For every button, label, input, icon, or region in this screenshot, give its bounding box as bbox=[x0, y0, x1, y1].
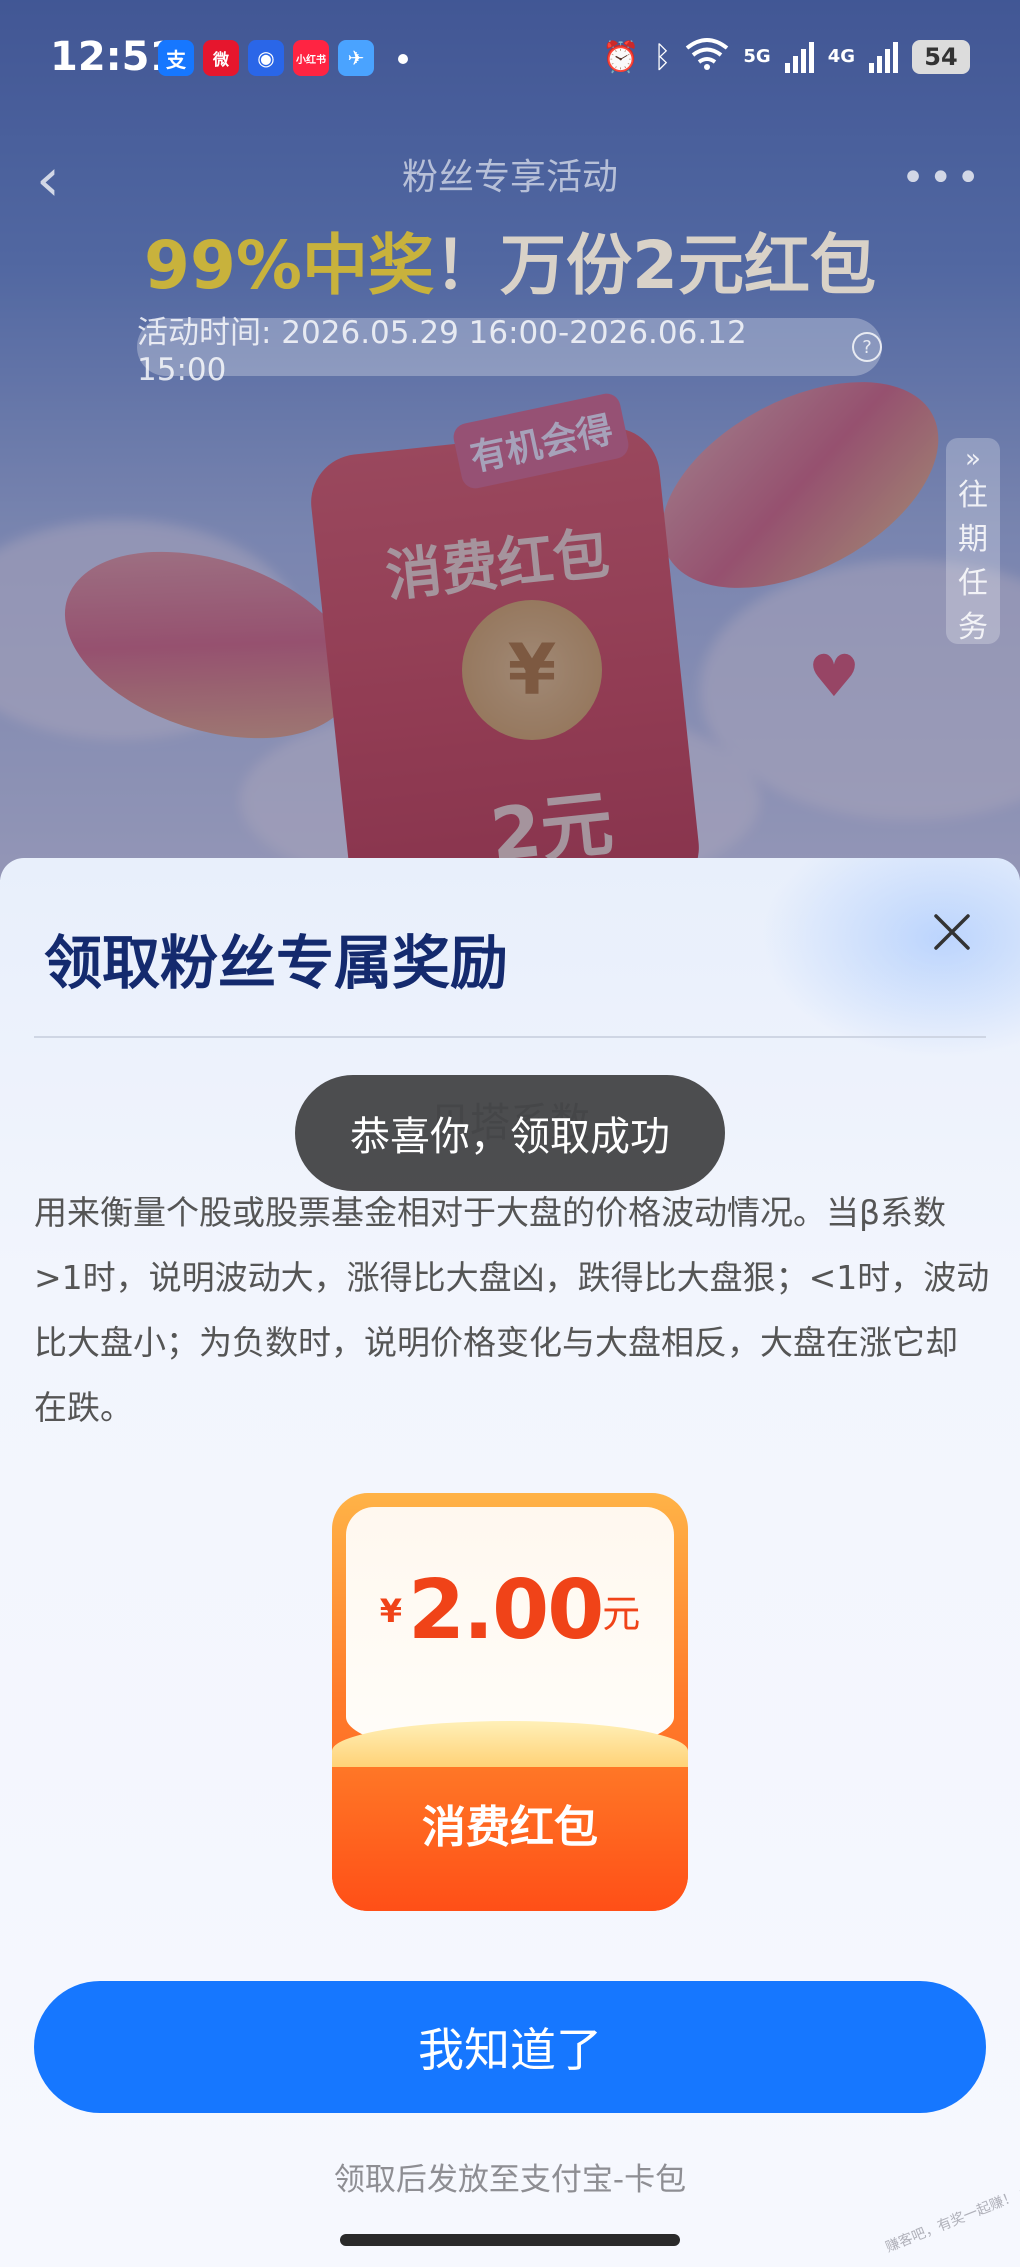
network-4g-label: 4G bbox=[827, 46, 855, 67]
network-5g-label: 5G bbox=[743, 46, 771, 67]
sheet-title: 领取粉丝专属奖励 bbox=[44, 929, 509, 997]
home-indicator[interactable] bbox=[340, 2234, 680, 2246]
coupon-unit: 元 bbox=[602, 1592, 641, 1636]
coupon-currency: ¥ bbox=[379, 1591, 402, 1630]
more-notifications-dot bbox=[398, 54, 408, 64]
coupon-card: ¥2.00元 消费红包 bbox=[332, 1493, 688, 1911]
reward-bottom-sheet: 领取粉丝专属奖励 贝塔系数 用来衡量个股或股票基金相对于大盘的价格波动情况。当β… bbox=[0, 858, 1020, 2267]
activity-time-text: 活动时间: 2026.05.29 16:00-2026.06.12 15:00 bbox=[137, 314, 747, 388]
info-icon[interactable]: ? bbox=[852, 332, 882, 362]
sheet-divider bbox=[34, 1036, 986, 1038]
blue-circle-app-icon: ◉ bbox=[248, 40, 284, 76]
coupon-amount: ¥2.00元 bbox=[332, 1563, 688, 1658]
screen: 有机会得 消费红包 ¥ 2元 ♥ 12:51 支 微 ◉ 小红书 ✈ ⏰ ᛒ 5… bbox=[0, 0, 1020, 2267]
more-options-icon[interactable]: ••• bbox=[901, 158, 984, 198]
footnote: 领取后发放至支付宝-卡包 bbox=[333, 2162, 687, 2198]
close-icon bbox=[934, 914, 970, 950]
double-chevron-icon: » bbox=[965, 444, 981, 474]
xiaohongshu-app-icon: 小红书 bbox=[293, 40, 329, 76]
signal-5g-icon bbox=[784, 41, 814, 73]
paper-plane-app-icon: ✈ bbox=[338, 40, 374, 76]
activity-time-pill: 活动时间: 2026.05.29 16:00-2026.06.12 15:00 … bbox=[137, 315, 882, 388]
battery-indicator: 54 bbox=[912, 40, 970, 74]
coupon-type: 消费红包 bbox=[422, 1802, 598, 1853]
nav-title: 粉丝专享活动 bbox=[401, 157, 618, 198]
headline-rest: ！万份2元红包 bbox=[434, 227, 876, 304]
past-tasks-char: 期 bbox=[958, 522, 988, 557]
bluetooth-icon: ᛒ bbox=[653, 39, 672, 75]
success-toast: 恭喜你，领取成功 bbox=[295, 1075, 725, 1191]
headline-highlight: 99%中奖 bbox=[144, 227, 435, 304]
alipay-app-icon: 支 bbox=[158, 40, 194, 76]
past-tasks-char: 任 bbox=[958, 566, 988, 601]
past-tasks-char: 务 bbox=[958, 610, 988, 645]
weibo-app-icon: 微 bbox=[203, 40, 239, 76]
ok-button[interactable]: 我知道了 bbox=[34, 1981, 986, 2113]
close-button[interactable] bbox=[922, 902, 982, 962]
past-tasks-tab[interactable]: » 往 期 任 务 bbox=[946, 438, 1000, 645]
beta-description: 用来衡量个股或股票基金相对于大盘的价格波动情况。当β系数>1时，说明波动大，涨得… bbox=[34, 1193, 990, 1427]
status-bar: 12:51 支 微 ◉ 小红书 ✈ ⏰ ᛒ 5G 4G 54 bbox=[0, 0, 1020, 120]
modal-overlay[interactable] bbox=[0, 0, 1020, 880]
coupon-amount-value: 2.00 bbox=[407, 1563, 604, 1658]
wifi-icon bbox=[685, 36, 729, 78]
status-right: ⏰ ᛒ 5G 4G 54 bbox=[602, 36, 970, 78]
past-tasks-char: 往 bbox=[958, 478, 988, 513]
activity-page-background: 有机会得 消费红包 ¥ 2元 ♥ 12:51 支 微 ◉ 小红书 ✈ ⏰ ᛒ 5… bbox=[0, 0, 1020, 880]
alarm-icon: ⏰ bbox=[602, 39, 640, 75]
activity-headline: 99%中奖！万份2元红包 bbox=[0, 212, 1020, 308]
signal-4g-icon bbox=[869, 41, 898, 73]
